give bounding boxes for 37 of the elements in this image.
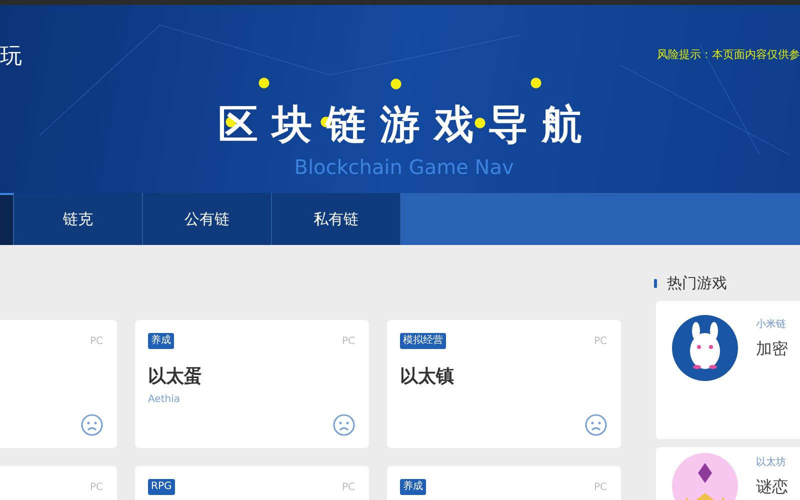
sad-face-icon[interactable] xyxy=(333,414,355,436)
logo-text[interactable]: 玩 xyxy=(0,45,22,69)
hot-game-card[interactable]: 小米链 加密 xyxy=(656,301,800,439)
game-card[interactable]: 养成 PC 以太蛋 Aethia xyxy=(135,320,369,448)
heading-marker xyxy=(654,278,657,288)
genre-tag: 养成 xyxy=(148,333,174,349)
genre-tag: 养成 xyxy=(400,479,426,495)
game-title[interactable]: 以太镇 xyxy=(400,364,607,388)
sad-face-icon[interactable] xyxy=(81,414,103,436)
hot-game-card[interactable]: 以太坊 谜恋 xyxy=(656,447,800,500)
risk-notice: 风险提示：本页面内容仅供参 xyxy=(657,47,800,62)
game-subtitle: Aethia xyxy=(148,394,181,405)
chain-label: 以太坊 xyxy=(756,456,787,469)
platform-label: PC xyxy=(594,336,607,346)
platform-label: PC xyxy=(342,336,355,346)
chain-label: 小米链 xyxy=(756,318,787,331)
game-title[interactable]: 以太蛋 xyxy=(148,364,355,388)
game-card[interactable]: RPG PC xyxy=(135,466,369,500)
nav-tab[interactable] xyxy=(0,193,14,245)
game-card[interactable]: 模拟经营 PC 以太镇 xyxy=(387,320,621,448)
cat-avatar xyxy=(672,453,738,500)
game-card[interactable]: 养成 PC xyxy=(387,466,621,500)
platform-label: PC xyxy=(90,482,103,492)
banner-subtitle: Blockchain Game Nav xyxy=(293,155,515,179)
nav-tab[interactable]: 公有链 xyxy=(143,193,272,245)
platform-label: PC xyxy=(342,482,355,492)
nav-tab[interactable]: 链克 xyxy=(14,193,143,245)
nav-tab[interactable]: 私有链 xyxy=(272,193,401,245)
section-heading: 热门游戏 xyxy=(667,274,727,292)
game-name[interactable]: 谜恋 xyxy=(756,477,788,498)
platform-label: PC xyxy=(90,336,103,346)
genre-tag: RPG xyxy=(148,479,175,495)
rabbit-avatar xyxy=(672,315,738,381)
game-name[interactable]: 加密 xyxy=(756,339,788,360)
platform-label: PC xyxy=(594,482,607,492)
genre-tag: 模拟经营 xyxy=(400,333,446,349)
sad-face-icon[interactable] xyxy=(585,414,607,436)
